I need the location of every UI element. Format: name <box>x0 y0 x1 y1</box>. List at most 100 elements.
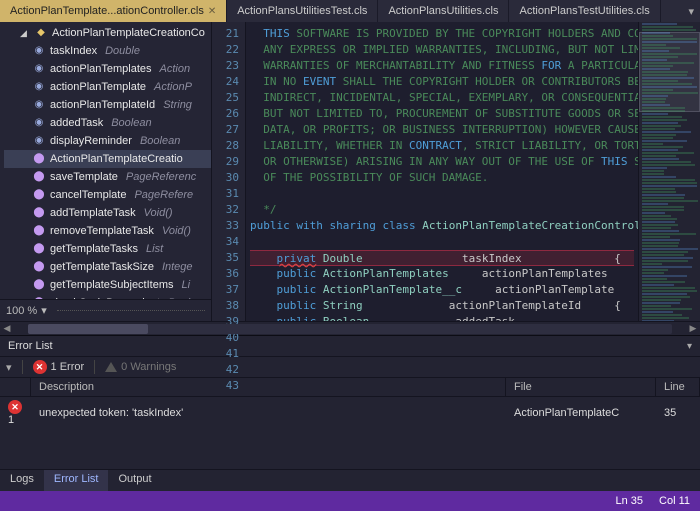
tab-output[interactable]: Output <box>108 470 161 491</box>
col-file[interactable]: File <box>506 378 656 397</box>
tab-file-active[interactable]: ActionPlanTemplate...ationController.cls… <box>0 0 227 22</box>
outline-field[interactable]: ◉actionPlanTemplateIdString <box>4 96 211 114</box>
scroll-left-icon[interactable]: ◀ <box>0 323 14 334</box>
line-number: 36 <box>212 266 239 282</box>
minimap[interactable] <box>638 22 700 321</box>
outline-field[interactable]: ◉taskIndexDouble <box>4 42 211 60</box>
warning-count-button[interactable]: 0 Warnings <box>105 361 176 373</box>
main-split: ◢◆ActionPlanTemplateCreationCo◉taskIndex… <box>0 22 700 321</box>
horizontal-scrollbar[interactable]: ◀ ▶ <box>0 321 700 335</box>
error-toolbar: ▾ ✕ 1 Error 0 Warnings <box>0 357 700 378</box>
tab-label: ActionPlanTemplate...ationController.cls <box>10 5 204 17</box>
divider <box>94 360 95 374</box>
warning-icon <box>105 362 117 372</box>
tab-file[interactable]: ActionPlansUtilitiesTest.cls <box>227 0 378 22</box>
col-icon[interactable] <box>0 378 31 397</box>
tab-file[interactable]: ActionPlansUtilities.cls <box>378 0 509 22</box>
method-icon: ⬤ <box>32 152 46 166</box>
field-icon: ◉ <box>32 116 46 130</box>
field-icon: ◉ <box>32 44 46 58</box>
status-bar: Ln 35 Col 11 <box>0 491 700 511</box>
chevron-down-icon[interactable]: ▾ <box>687 341 692 352</box>
warning-count-label: 0 Warnings <box>121 361 176 373</box>
outline-tree[interactable]: ◢◆ActionPlanTemplateCreationCo◉taskIndex… <box>0 22 211 299</box>
line-number: 34 <box>212 234 239 250</box>
error-count-button[interactable]: ✕ 1 Error <box>33 360 85 374</box>
tab-file[interactable]: ActionPlansTestUtilities.cls <box>509 0 660 22</box>
line-number: 35 <box>212 250 239 266</box>
outline-method[interactable]: ⬤getTemplateSubjectItemsLi <box>4 276 211 294</box>
tab-label: ActionPlansTestUtilities.cls <box>519 5 649 17</box>
error-row-desc: unexpected token: 'taskIndex' <box>31 397 506 430</box>
status-col[interactable]: Col 11 <box>659 495 690 507</box>
line-number: 28 <box>212 138 239 154</box>
outline-method[interactable]: ⬤getTemplateTaskSizeIntege <box>4 258 211 276</box>
tab-logs[interactable]: Logs <box>0 470 44 491</box>
filter-icon[interactable]: ▾ <box>6 361 12 374</box>
field-icon: ◉ <box>32 134 46 148</box>
line-number: 42 <box>212 362 239 378</box>
error-icon: ✕ <box>8 400 22 414</box>
zoom-value[interactable]: 100 % <box>6 305 37 317</box>
line-number: 30 <box>212 170 239 186</box>
close-icon[interactable]: ✕ <box>208 6 216 17</box>
outline-field[interactable]: ◉addedTaskBoolean <box>4 114 211 132</box>
line-number: 38 <box>212 298 239 314</box>
field-icon: ◉ <box>32 80 46 94</box>
error-row-num: 1 <box>8 414 14 426</box>
method-icon: ⬤ <box>32 224 46 238</box>
tab-error-list[interactable]: Error List <box>44 470 109 491</box>
line-number: 27 <box>212 122 239 138</box>
line-number: 43 <box>212 378 239 394</box>
method-icon: ⬤ <box>32 170 46 184</box>
twisty-icon[interactable]: ◢ <box>20 25 30 41</box>
editor[interactable]: 2122232425262728293031323334353637383940… <box>212 22 700 321</box>
line-number: 41 <box>212 346 239 362</box>
outline-field[interactable]: ◉displayReminderBoolean <box>4 132 211 150</box>
error-list-panel: Error List ▾ ▾ ✕ 1 Error 0 Warnings Desc… <box>0 335 700 491</box>
line-number: 33 <box>212 218 239 234</box>
line-number: 25 <box>212 90 239 106</box>
scroll-track[interactable] <box>28 324 672 334</box>
col-line[interactable]: Line <box>656 378 700 397</box>
col-description[interactable]: Description <box>31 378 506 397</box>
outline-field[interactable]: ◉actionPlanTemplatesAction <box>4 60 211 78</box>
code-area[interactable]: THIS SOFTWARE IS PROVIDED BY THE COPYRIG… <box>246 22 638 321</box>
line-number: 21 <box>212 26 239 42</box>
method-icon: ⬤ <box>32 242 46 256</box>
line-number: 32 <box>212 202 239 218</box>
line-number: 26 <box>212 106 239 122</box>
error-row-line: 35 <box>656 397 700 430</box>
outline-class[interactable]: ◢◆ActionPlanTemplateCreationCo <box>4 24 211 42</box>
tabs-overflow: ▾ <box>688 0 700 22</box>
zoom-bar: 100 % ▾ <box>0 299 211 321</box>
divider <box>22 360 23 374</box>
outline-field[interactable]: ◉actionPlanTemplateActionP <box>4 78 211 96</box>
error-row-file: ActionPlanTemplateC <box>506 397 656 430</box>
outline-method[interactable]: ⬤getTemplateTasksList <box>4 240 211 258</box>
editor-tabs: ActionPlanTemplate...ationController.cls… <box>0 0 700 22</box>
error-table: Description File Line ✕ 1 unexpected tok… <box>0 378 700 469</box>
status-line[interactable]: Ln 35 <box>615 495 643 507</box>
error-row[interactable]: ✕ 1 unexpected token: 'taskIndex' Action… <box>0 397 700 430</box>
outline-method[interactable]: ⬤cancelTemplatePageRefere <box>4 186 211 204</box>
chevron-down-icon[interactable]: ▾ <box>688 5 694 18</box>
line-gutter: 2122232425262728293031323334353637383940… <box>212 22 246 321</box>
method-icon: ⬤ <box>32 260 46 274</box>
method-icon: ⬤ <box>32 206 46 220</box>
outline-method[interactable]: ⬤ActionPlanTemplateCreatio <box>4 150 211 168</box>
output-tabs: Logs Error List Output <box>0 469 700 491</box>
outline-method[interactable]: ⬤removeTemplateTaskVoid() <box>4 222 211 240</box>
line-number: 22 <box>212 42 239 58</box>
line-number: 24 <box>212 74 239 90</box>
outline-method[interactable]: ⬤addTemplateTaskVoid() <box>4 204 211 222</box>
error-count-label: 1 Error <box>51 361 85 373</box>
line-number: 31 <box>212 186 239 202</box>
chevron-down-icon[interactable]: ▾ <box>41 304 47 317</box>
method-icon: ⬤ <box>32 278 46 292</box>
scroll-right-icon[interactable]: ▶ <box>686 323 700 334</box>
class-icon: ◆ <box>34 26 48 40</box>
outline-method[interactable]: ⬤saveTemplatePageReferenc <box>4 168 211 186</box>
tab-label: ActionPlansUtilities.cls <box>388 5 498 17</box>
scroll-thumb[interactable] <box>28 324 148 334</box>
